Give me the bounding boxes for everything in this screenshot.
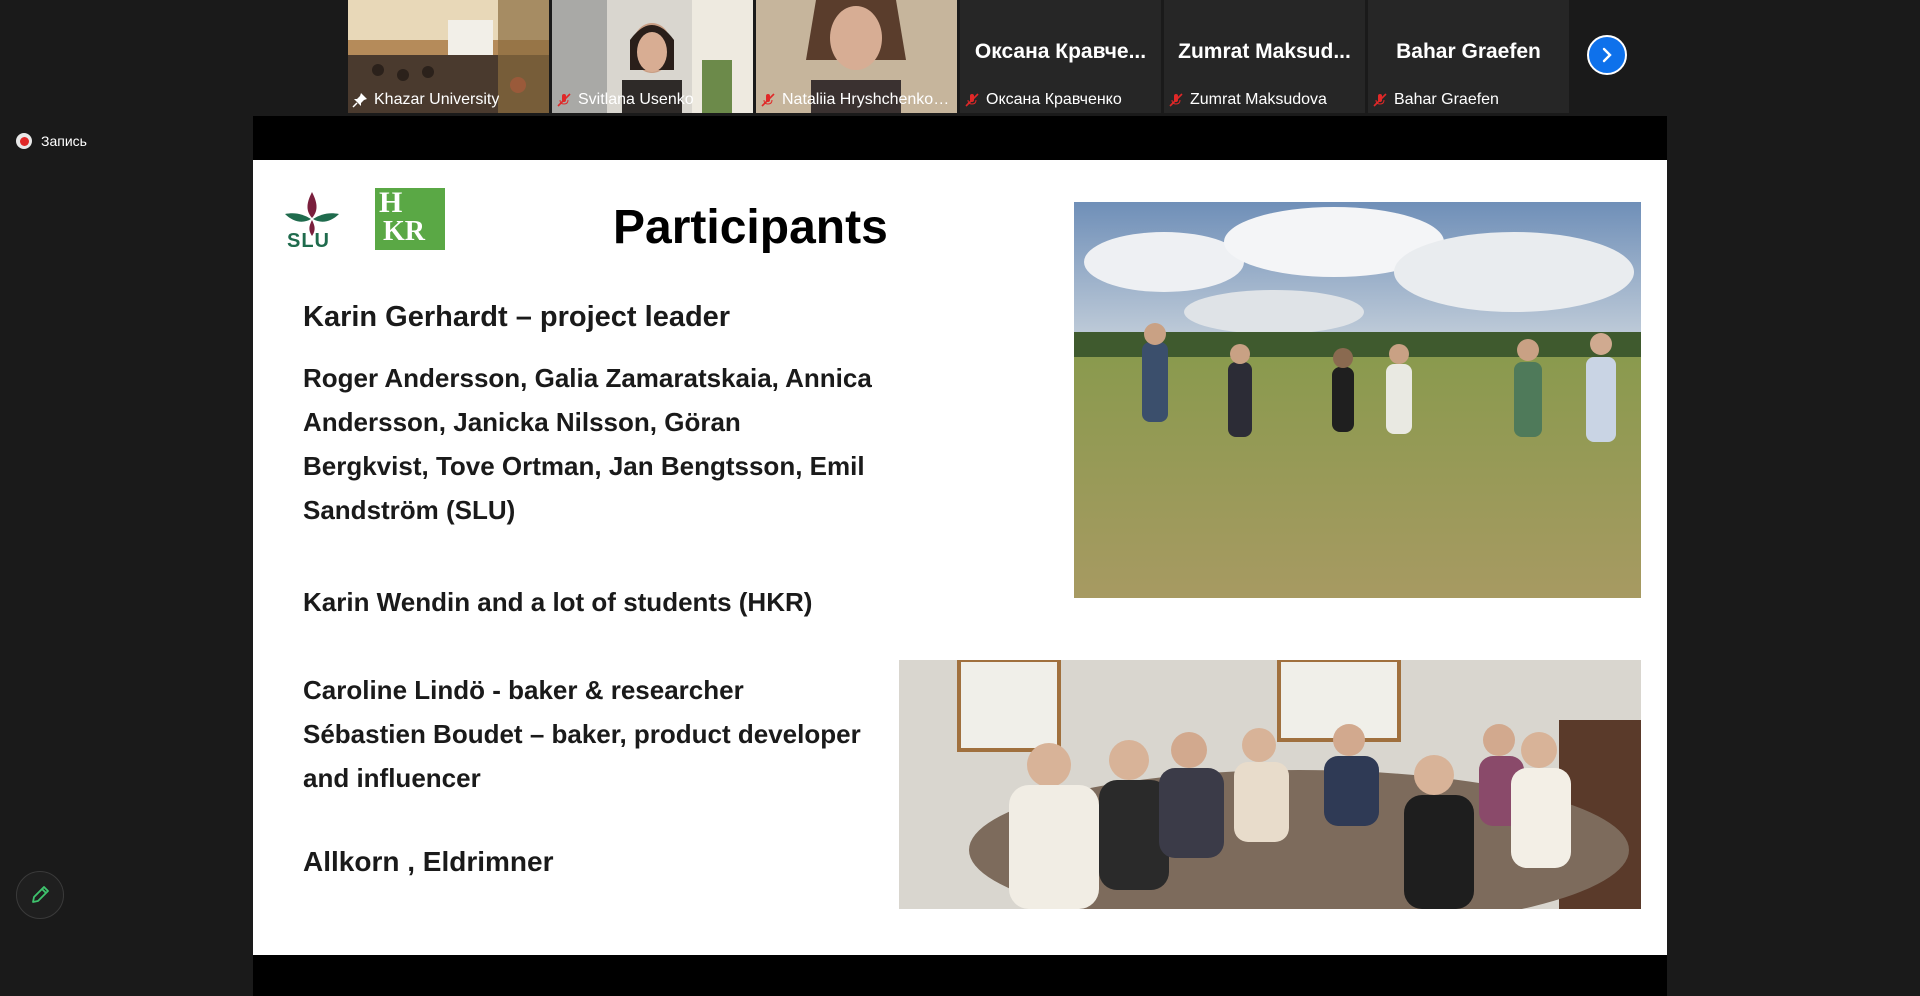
- chevron-right-icon: [1602, 47, 1612, 63]
- participant-label: Svitlana Usenko: [556, 89, 749, 111]
- participant-label: Nataliia Hryshchenko, ...: [760, 89, 953, 111]
- text-line: Roger Andersson, Galia Zamaratskaia, Ann…: [303, 363, 872, 393]
- group-photo: [899, 660, 1641, 909]
- bakers-paragraph: Caroline Lindö - baker & researcher Séba…: [303, 668, 903, 800]
- hkr-logo: H KR: [375, 186, 445, 250]
- participant-tile-nataliia[interactable]: Nataliia Hryshchenko, ...: [756, 0, 957, 113]
- participant-label: Khazar University: [352, 89, 545, 111]
- participant-label: Zumrat Maksudova: [1168, 89, 1361, 111]
- slide-title: Participants: [613, 201, 888, 254]
- next-participants-button[interactable]: [1587, 35, 1627, 75]
- text-line: Sandström (SLU): [303, 495, 516, 525]
- participant-strip: Khazar University Svitlana Usenko Natali…: [348, 0, 1569, 113]
- recording-indicator[interactable]: Запись: [16, 133, 87, 149]
- record-icon: [16, 133, 32, 149]
- text-line: and influencer: [303, 763, 481, 793]
- participant-label: Оксана Кравченко: [964, 89, 1157, 111]
- hkr-members-line: Karin Wendin and a lot of students (HKR): [303, 587, 813, 617]
- text-line: Andersson, Janicka Nilsson, Göran: [303, 407, 741, 437]
- recording-label: Запись: [41, 133, 87, 149]
- pin-icon: [352, 93, 367, 108]
- slu-logo-text: SLU: [287, 230, 330, 252]
- text-line: Bergkvist, Tove Ortman, Jan Bengtsson, E…: [303, 451, 865, 481]
- mic-muted-icon: [965, 93, 979, 107]
- participant-tile-zumrat[interactable]: Zumrat Maksud... Zumrat Maksudova: [1164, 0, 1365, 113]
- pencil-icon: [32, 886, 49, 903]
- participant-name: Оксана Кравче...: [974, 40, 1147, 63]
- slu-members-paragraph: Roger Andersson, Galia Zamaratskaia, Ann…: [303, 356, 903, 532]
- annotate-button[interactable]: [16, 871, 64, 919]
- participant-tile-bahar[interactable]: Bahar Graefen Bahar Graefen: [1368, 0, 1569, 113]
- mic-muted-icon: [557, 93, 571, 107]
- participant-tile-svitlana[interactable]: Svitlana Usenko: [552, 0, 753, 113]
- mic-muted-icon: [761, 93, 775, 107]
- presentation-slide: SLU H KR Participants Karin Gerhardt – p…: [253, 160, 1667, 955]
- partners-line: Allkorn , Eldrimner: [303, 846, 554, 877]
- text-line: Caroline Lindö - baker & researcher: [303, 675, 744, 705]
- participant-name: Zumrat Maksud...: [1178, 40, 1351, 63]
- participant-tile-khazar[interactable]: Khazar University: [348, 0, 549, 113]
- mic-muted-icon: [1169, 93, 1183, 107]
- mic-muted-icon: [1373, 93, 1387, 107]
- meeting-window: Khazar University Svitlana Usenko Natali…: [0, 0, 1920, 996]
- project-leader-line: Karin Gerhardt – project leader: [303, 301, 731, 333]
- field-photo: [1074, 202, 1641, 598]
- text-line: Sébastien Boudet – baker, product develo…: [303, 719, 861, 749]
- participant-name: Bahar Graefen: [1396, 40, 1541, 63]
- participant-label: Bahar Graefen: [1372, 89, 1565, 111]
- shared-screen: SLU H KR Participants Karin Gerhardt – p…: [253, 116, 1667, 996]
- participant-tile-oksana[interactable]: Оксана Кравче... Оксана Кравченко: [960, 0, 1161, 113]
